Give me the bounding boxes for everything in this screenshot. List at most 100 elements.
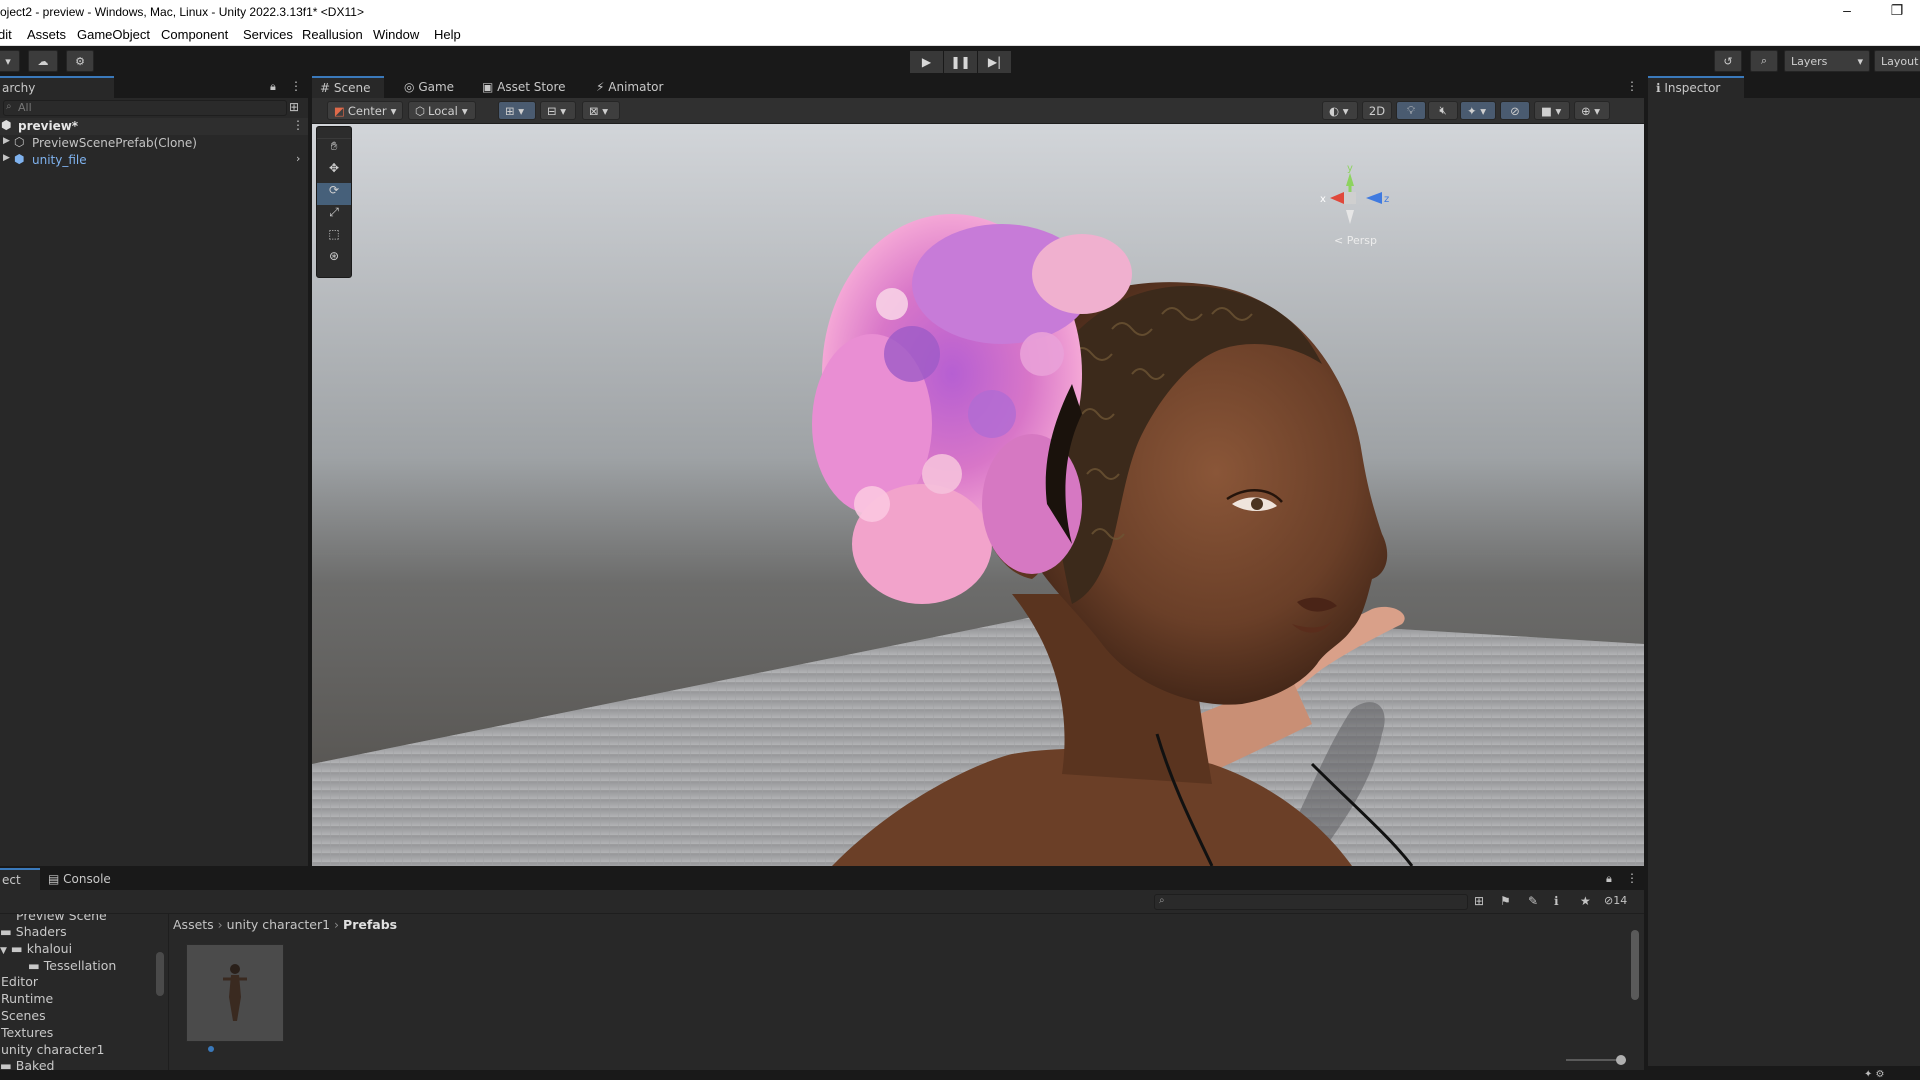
hierarchy-search-input[interactable]: ⌕ All [3, 100, 287, 116]
draw-mode-dropdown[interactable]: ◐ ▾ [1322, 101, 1358, 120]
expand-arrow-icon[interactable]: ▶ [3, 136, 10, 146]
tab-scene-label: Scene [333, 81, 371, 95]
folder-label: Editor [1, 974, 38, 989]
hidden-eye-icon: ⊘ [1604, 894, 1614, 907]
search-icon: ⌕ [6, 101, 12, 112]
breadcrumb-unity-character1[interactable]: unity character1 [227, 917, 330, 932]
grid-snap-toggle[interactable]: ⊞ ▾ [498, 101, 536, 120]
scene-menu-icon[interactable]: ⋮ [292, 118, 304, 132]
tab-hierarchy[interactable]: archy [0, 76, 114, 98]
menu-window[interactable]: Window [373, 27, 419, 42]
menu-reallusion[interactable]: Reallusion [302, 27, 363, 42]
scene-viewport[interactable]: x y z < Persp ✋︎ ✥ ⟳ ⤢ ⬚ ⊛ [312, 124, 1644, 866]
hierarchy-item-label: PreviewScenePrefab(Clone) [32, 136, 197, 150]
overlay-handle[interactable] [317, 127, 351, 139]
lock-icon[interactable]: 🔒︎ [270, 80, 276, 94]
menu-help[interactable]: Help [434, 27, 461, 42]
space-dropdown[interactable]: ⬡ Local ▾ [408, 101, 476, 120]
hand-tool-icon[interactable]: ✋︎ [317, 139, 351, 161]
restore-button[interactable]: ❐ [1882, 2, 1912, 22]
more-options-icon[interactable]: ⋮ [1626, 871, 1638, 885]
effects-dropdown[interactable]: ✦ ▾ [1460, 101, 1496, 120]
menu-services[interactable]: Services [243, 27, 293, 42]
step-button[interactable]: ▶| [978, 51, 1011, 73]
menu-gameobject[interactable]: GameObject [77, 27, 150, 42]
folder-item[interactable]: Textures [1, 1025, 53, 1042]
tab-inspector[interactable]: ℹ Inspector [1648, 76, 1744, 98]
project-panel: ect ▤ Console 🔒︎ ⋮ ⌕ ⊞ ⚑ ✎ ℹ ★ ⊘14 Previ… [0, 868, 1644, 1080]
layers-dropdown[interactable]: Layers ▾ [1784, 50, 1870, 72]
breadcrumb-assets[interactable]: Assets [173, 917, 214, 932]
tab-scene[interactable]: # Scene [312, 76, 384, 98]
tab-project[interactable]: ect [0, 868, 40, 890]
tab-animator[interactable]: ⚡︎ Animator [588, 76, 671, 98]
folder-item[interactable]: ▼ ▬ khaloui [0, 941, 72, 958]
folder-item[interactable]: Editor [1, 974, 38, 991]
audio-toggle-icon[interactable]: 🔇︎ [1428, 101, 1458, 120]
folder-item[interactable]: ▬ Tessellation [28, 958, 116, 975]
scene-visibility-icon[interactable]: ⊘ [1500, 101, 1530, 120]
pivot-dropdown[interactable]: ◩ Center ▾ [327, 101, 403, 120]
minimize-button[interactable]: – [1832, 2, 1862, 22]
snap-increment-dropdown[interactable]: ⊟ ▾ [540, 101, 576, 120]
expand-arrow-icon[interactable]: ▶ [3, 153, 10, 163]
info-icon[interactable]: ℹ [1554, 894, 1559, 908]
status-bar[interactable]: ✦ ⚙ [0, 1070, 1920, 1080]
history-icon[interactable]: ↺ [1714, 50, 1742, 72]
more-options-icon[interactable]: ⋮ [1626, 79, 1638, 93]
perspective-label[interactable]: < Persp [1334, 234, 1377, 247]
breadcrumb-prefabs[interactable]: Prefabs [343, 917, 397, 932]
menu-edit[interactable]: dit [0, 27, 12, 42]
filter-by-type-icon[interactable]: ⊞ [1474, 894, 1484, 908]
project-search-input[interactable]: ⌕ [1154, 894, 1468, 910]
rect-tool-icon[interactable]: ⬚ [317, 227, 351, 249]
tab-game[interactable]: ◎ Game [396, 76, 462, 98]
tab-asset-store[interactable]: ▣ Asset Store [474, 76, 574, 98]
menu-assets[interactable]: Assets [27, 27, 66, 42]
chevron-right-icon[interactable]: › [296, 152, 300, 165]
grid-settings-dropdown[interactable]: ⊠ ▾ [582, 101, 620, 120]
filter-by-label-icon[interactable]: ⚑ [1500, 894, 1511, 908]
tab-asset-store-label: Asset Store [497, 80, 566, 94]
create-icon[interactable]: ⊞ [289, 100, 299, 114]
scene-row[interactable]: ⬢ preview* ⋮ [0, 118, 308, 135]
folder-item[interactable]: Scenes [1, 1008, 46, 1025]
store-icon: ▣ [482, 80, 494, 94]
folder-item[interactable]: Runtime [1, 991, 53, 1008]
scene-render[interactable]: x y z < Persp [312, 124, 1644, 866]
asset-scrollbar[interactable] [1630, 920, 1640, 1028]
rotate-tool-icon[interactable]: ⟳ [317, 183, 351, 205]
tab-console[interactable]: ▤ Console [40, 868, 119, 890]
layout-dropdown[interactable]: Layout [1874, 50, 1920, 72]
scale-tool-icon[interactable]: ⤢ [317, 205, 351, 227]
menu-component[interactable]: Component [161, 27, 228, 42]
transform-tool-icon[interactable]: ⊛ [317, 249, 351, 271]
camera-dropdown[interactable]: ■ ▾ [1534, 101, 1570, 120]
scrollbar-thumb[interactable] [1631, 930, 1639, 1000]
folder-tree: Preview Scene ▬ Shaders ▼ ▬ khaloui ▬ Te… [0, 914, 168, 1080]
pause-button[interactable]: ❚❚ [944, 51, 977, 73]
folder-item[interactable]: unity character1 [1, 1042, 104, 1059]
hidden-packages-toggle[interactable]: ⊘14 [1604, 894, 1627, 907]
toggle-2d-button[interactable]: 2D [1362, 101, 1392, 120]
lighting-toggle-icon[interactable]: 💡︎ [1396, 101, 1426, 120]
folder-tree-scrollbar[interactable] [156, 952, 164, 996]
chevron-down-icon: ▾ [1857, 54, 1863, 68]
cloud-icon[interactable]: ☁ [28, 50, 58, 72]
inspector-panel: ℹ Inspector [1648, 76, 1920, 1066]
search-icon[interactable]: ⌕ [1750, 50, 1778, 72]
prefab-thumbnail[interactable] [186, 944, 284, 1042]
collab-icon[interactable]: ⚙ [66, 50, 94, 72]
thumbnail-size-slider[interactable] [1566, 1055, 1626, 1065]
tag-icon[interactable]: ✎ [1528, 894, 1538, 908]
gizmos-dropdown[interactable]: ⊕ ▾ [1574, 101, 1610, 120]
play-button[interactable]: ▶ [910, 51, 943, 73]
lock-icon[interactable]: 🔒︎ [1606, 872, 1612, 886]
account-dropdown[interactable]: ▾ [0, 50, 20, 72]
folder-item[interactable]: ▬ Shaders [0, 924, 67, 941]
favorite-icon[interactable]: ★ [1580, 894, 1591, 908]
move-tool-icon[interactable]: ✥ [317, 161, 351, 183]
more-options-icon[interactable]: ⋮ [290, 79, 302, 93]
slider-handle[interactable] [1616, 1055, 1626, 1065]
splitter[interactable] [168, 914, 169, 1080]
